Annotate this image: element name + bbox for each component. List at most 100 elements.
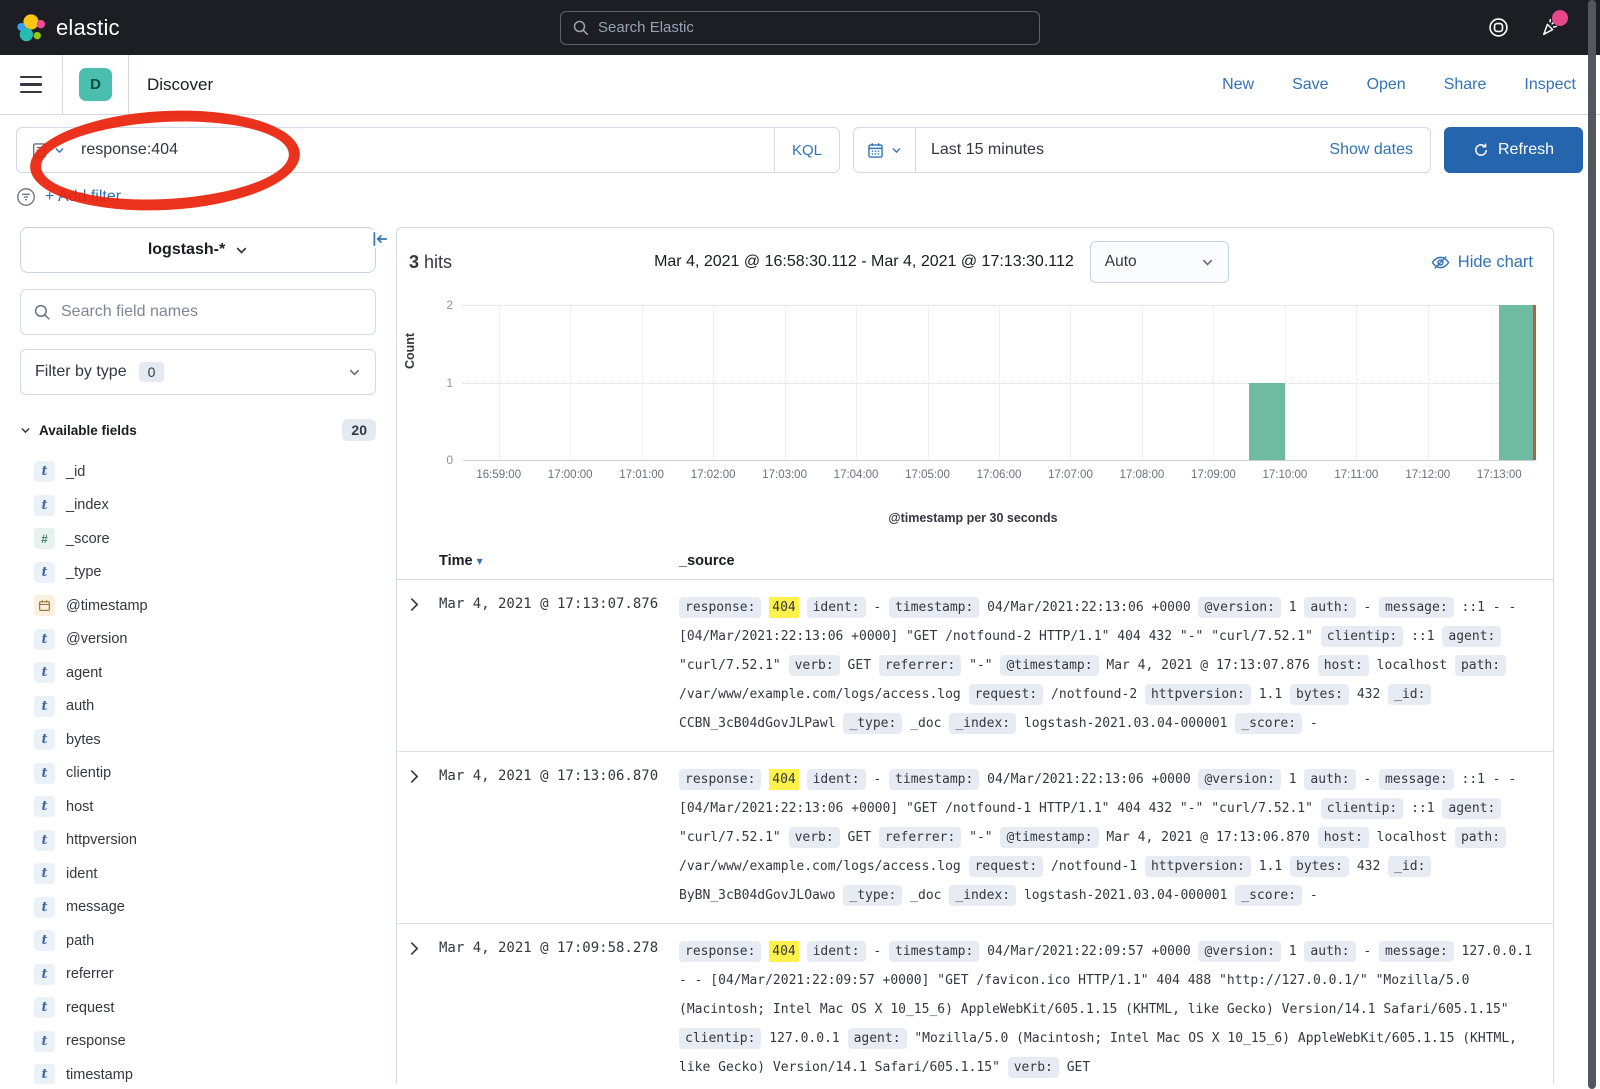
source-value: /notfound-2 — [1051, 687, 1137, 702]
field-item-auth[interactable]: tauth — [20, 690, 376, 724]
expand-row-icon[interactable] — [409, 937, 439, 1082]
field-item-_index[interactable]: t_index — [20, 489, 376, 523]
x-tick-label: 17:04:00 — [834, 469, 879, 481]
field-item-timestamp[interactable]: ttimestamp — [20, 1058, 376, 1084]
field-search-input[interactable] — [61, 303, 362, 321]
hits-header: 3 hits Mar 4, 2021 @ 16:58:30.112 - Mar … — [397, 228, 1553, 291]
time-column-header[interactable]: Time▾ — [439, 553, 679, 569]
query-input[interactable]: response:404 — [77, 141, 774, 159]
elastic-brand[interactable]: elastic — [16, 13, 120, 43]
source-field-badge: timestamp: — [889, 941, 979, 962]
refresh-icon — [1473, 142, 1489, 158]
histogram-bar-17:09:30[interactable] — [1249, 383, 1285, 461]
field-item-_id[interactable]: t_id — [20, 455, 376, 489]
field-item-_score[interactable]: #_score — [20, 522, 376, 556]
field-search-box[interactable] — [20, 289, 376, 335]
field-name: response — [66, 1033, 126, 1049]
field-item-request[interactable]: trequest — [20, 991, 376, 1025]
date-quick-select[interactable] — [854, 128, 916, 172]
string-type-icon: t — [34, 1031, 55, 1052]
nav-action-open[interactable]: Open — [1367, 76, 1406, 94]
string-type-icon: t — [34, 796, 55, 817]
interval-select[interactable]: Auto — [1090, 241, 1229, 283]
source-value: 127.0.0.1 — [769, 1031, 839, 1046]
field-item-path[interactable]: tpath — [20, 924, 376, 958]
source-field-badge: _type: — [843, 713, 902, 734]
saved-query-menu[interactable] — [17, 142, 77, 159]
global-search-input[interactable] — [598, 19, 1027, 36]
source-field-badge: bytes: — [1290, 856, 1349, 877]
field-item-ident[interactable]: tident — [20, 857, 376, 891]
field-item-version[interactable]: t@version — [20, 623, 376, 657]
field-item-bytes[interactable]: tbytes — [20, 723, 376, 757]
source-field-badge: path: — [1455, 655, 1506, 676]
x-tick-label: 17:13:00 — [1477, 469, 1522, 481]
string-type-icon: t — [34, 696, 55, 717]
field-item-message[interactable]: tmessage — [20, 891, 376, 925]
chevron-down-icon — [20, 425, 31, 436]
collapse-sidebar-icon[interactable] — [371, 230, 389, 248]
filter-by-type[interactable]: Filter by type 0 — [20, 349, 376, 395]
field-item-host[interactable]: thost — [20, 790, 376, 824]
nav-action-save[interactable]: Save — [1292, 76, 1328, 94]
field-item-clientip[interactable]: tclientip — [20, 757, 376, 791]
date-picker: Last 15 minutes Show dates — [853, 127, 1431, 173]
source-value: - — [1310, 888, 1318, 903]
results-panel: 3 hits Mar 4, 2021 @ 16:58:30.112 - Mar … — [396, 227, 1554, 1084]
source-field-badge: verb: — [789, 655, 840, 676]
source-field-badge: _score: — [1235, 713, 1302, 734]
date-type-icon — [34, 595, 55, 616]
expand-row-icon[interactable] — [409, 765, 439, 910]
field-item-httpversion[interactable]: thttpversion — [20, 824, 376, 858]
table-row: Mar 4, 2021 @ 17:13:07.876response: 404 … — [397, 580, 1553, 752]
histogram-chart[interactable]: Count 16:59:0017:00:0017:01:0017:02:0017… — [401, 297, 1545, 525]
query-input-box[interactable]: response:404 KQL — [16, 127, 840, 173]
field-name: @timestamp — [66, 598, 148, 614]
source-value: ::1 — [1411, 629, 1434, 644]
time-range-value[interactable]: Last 15 minutes — [916, 141, 1329, 159]
histogram-bar-17:13:00[interactable] — [1499, 305, 1535, 460]
field-item-agent[interactable]: tagent — [20, 656, 376, 690]
field-name: @version — [66, 631, 127, 647]
source-field-badge: ident: — [807, 769, 866, 790]
source-field-badge: _type: — [843, 885, 902, 906]
content: logstash-* Filter by type 0 — [0, 217, 1600, 1084]
query-language-button[interactable]: KQL — [774, 128, 839, 172]
filter-funnel-icon[interactable] — [16, 187, 36, 207]
source-field-badge: message: — [1379, 941, 1454, 962]
source-value: Mar 4, 2021 @ 17:13:07.876 — [1106, 658, 1310, 673]
nav-action-share[interactable]: Share — [1444, 76, 1487, 94]
show-dates-button[interactable]: Show dates — [1329, 141, 1430, 159]
source-field-badge: auth: — [1304, 769, 1355, 790]
nav-action-inspect[interactable]: Inspect — [1524, 76, 1576, 94]
menu-button[interactable] — [16, 76, 62, 94]
nav-action-new[interactable]: New — [1222, 76, 1254, 94]
available-fields-header[interactable]: Available fields 20 — [20, 419, 376, 441]
source-field-badge: response: — [679, 769, 761, 790]
number-type-icon: # — [34, 528, 55, 549]
source-field-badge: clientip: — [1321, 798, 1403, 819]
help-icon[interactable] — [1488, 17, 1509, 38]
field-name: ident — [66, 866, 97, 882]
index-pattern-select[interactable]: logstash-* — [20, 227, 376, 273]
brand-name: elastic — [56, 15, 120, 41]
source-field-badge: @timestamp: — [1000, 655, 1098, 676]
scrollbar[interactable] — [1588, 0, 1596, 1089]
field-item-response[interactable]: t response — [20, 1025, 376, 1059]
table-row: Mar 4, 2021 @ 17:09:58.278response: 404 … — [397, 924, 1553, 1084]
hits-count: 3 hits — [409, 252, 452, 273]
field-item-referrer[interactable]: treferrer — [20, 958, 376, 992]
expand-row-icon[interactable] — [409, 593, 439, 738]
space-avatar[interactable]: D — [79, 68, 112, 101]
add-filter-button[interactable]: + Add filter — [45, 188, 121, 206]
source-value: - — [1310, 716, 1318, 731]
global-search-box[interactable] — [560, 11, 1040, 45]
source-value: localhost — [1377, 658, 1447, 673]
refresh-button[interactable]: Refresh — [1444, 127, 1583, 173]
source-value: 04/Mar/2021:22:13:06 +0000 — [987, 772, 1191, 787]
field-item-_type[interactable]: t_type — [20, 556, 376, 590]
hide-chart-button[interactable]: Hide chart — [1431, 253, 1533, 272]
field-item-timestamp[interactable]: @timestamp — [20, 589, 376, 623]
newsfeed-icon[interactable] — [1539, 17, 1560, 38]
query-bar: response:404 KQL Last 15 minutes Show da… — [0, 115, 1600, 173]
